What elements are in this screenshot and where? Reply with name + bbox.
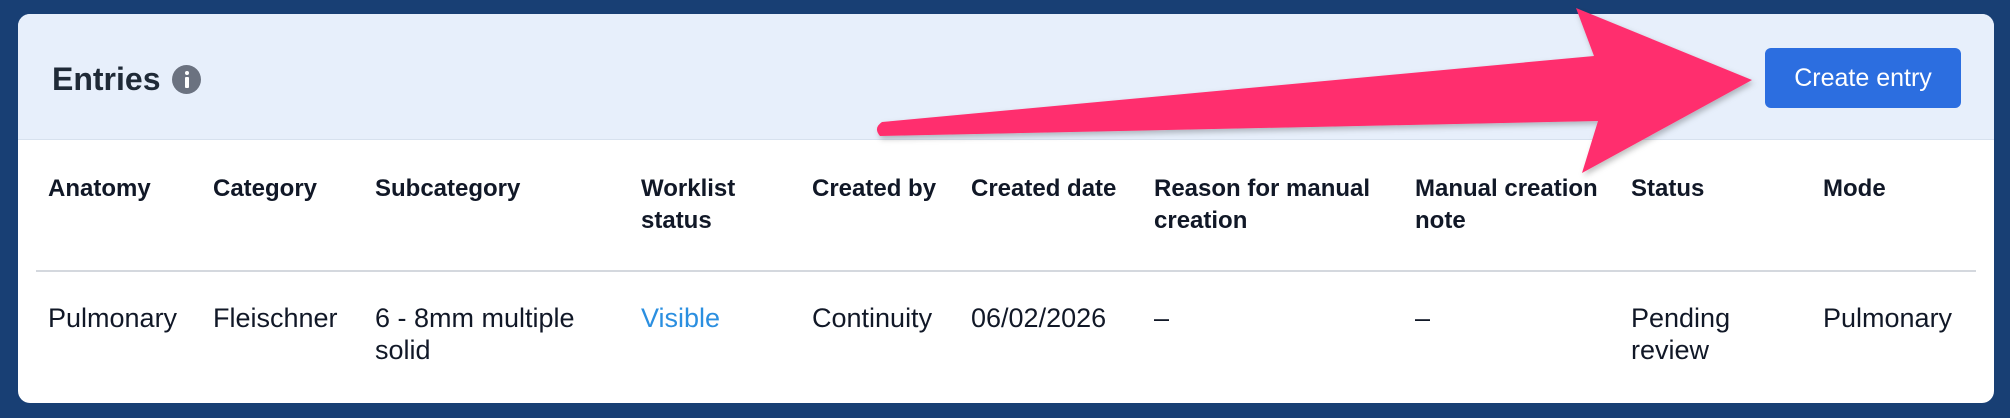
column-header-created-by[interactable]: Created by <box>812 173 962 205</box>
info-icon[interactable] <box>172 65 202 94</box>
page-title-text: Entries <box>52 61 161 97</box>
cell-anatomy: Pulmonary <box>48 303 178 333</box>
cell-status: Pending review <box>1631 303 1731 365</box>
card-header: Entries Create entry <box>18 14 1994 140</box>
cell-created-date: 06/02/2026 <box>971 303 1107 333</box>
cell-subcategory: 6 - 8mm multiple solid <box>375 303 575 365</box>
column-header-reason[interactable]: Reason for manual creation <box>1154 173 1394 237</box>
column-header-mode[interactable]: Mode <box>1823 173 1973 205</box>
page-title: Entries <box>52 61 202 98</box>
column-header-category[interactable]: Category <box>213 173 363 205</box>
header-divider <box>36 270 1976 272</box>
column-header-note[interactable]: Manual creation note <box>1415 173 1615 237</box>
entries-card: Entries Create entry Anatomy Category Su… <box>18 14 1994 403</box>
cell-note: – <box>1415 303 1431 333</box>
cell-worklist-status-link[interactable]: Visible <box>641 302 791 334</box>
column-header-created-date[interactable]: Created date <box>971 173 1141 205</box>
column-header-anatomy[interactable]: Anatomy <box>48 173 198 205</box>
cell-reason: – <box>1154 303 1170 333</box>
column-header-worklist-status[interactable]: Worklist status <box>641 173 771 237</box>
create-entry-button[interactable]: Create entry <box>1765 48 1961 108</box>
column-header-subcategory[interactable]: Subcategory <box>375 173 595 205</box>
cell-created-by: Continuity <box>812 303 933 333</box>
cell-category: Fleischner <box>213 303 338 333</box>
column-header-status[interactable]: Status <box>1631 173 1781 205</box>
cell-mode: Pulmonary <box>1823 303 1953 333</box>
